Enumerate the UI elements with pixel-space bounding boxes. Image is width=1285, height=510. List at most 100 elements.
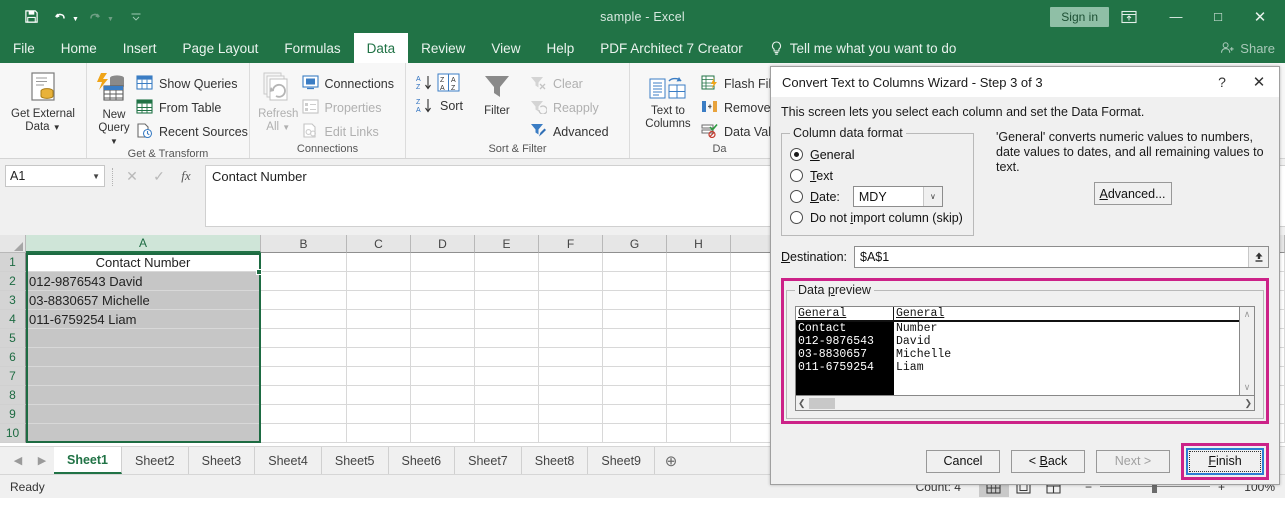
cell-b6[interactable] bbox=[261, 348, 347, 367]
cell-e2[interactable] bbox=[475, 272, 539, 291]
tab-formulas[interactable]: Formulas bbox=[271, 33, 353, 63]
sort-descending-icon[interactable]: ZA bbox=[414, 96, 434, 116]
cell-f5[interactable] bbox=[539, 329, 603, 348]
cell-b3[interactable] bbox=[261, 291, 347, 310]
cell-b1[interactable] bbox=[261, 253, 347, 272]
sheet-tab-sheet2[interactable]: Sheet2 bbox=[122, 447, 189, 474]
radio-date[interactable]: Date: MDY ∨ bbox=[790, 186, 965, 207]
cell-h2[interactable] bbox=[667, 272, 731, 291]
sheet-tab-sheet4[interactable]: Sheet4 bbox=[255, 447, 322, 474]
cell-c9[interactable] bbox=[347, 405, 411, 424]
row-header-10[interactable]: 10 bbox=[0, 424, 26, 443]
sheet-tab-sheet7[interactable]: Sheet7 bbox=[455, 447, 522, 474]
from-table-button[interactable]: From Table bbox=[133, 96, 251, 119]
cell-h9[interactable] bbox=[667, 405, 731, 424]
cell-c3[interactable] bbox=[347, 291, 411, 310]
cell-h5[interactable] bbox=[667, 329, 731, 348]
cell-e1[interactable] bbox=[475, 253, 539, 272]
cell-a3[interactable]: 03-8830657 Michelle bbox=[26, 291, 261, 310]
sort-custom-icon[interactable]: ZAAZ bbox=[437, 72, 461, 94]
select-all-corner[interactable] bbox=[0, 235, 26, 253]
sort-ascending-icon[interactable]: AZ bbox=[414, 73, 434, 93]
preview-scroll-left-icon[interactable]: ❮ bbox=[798, 398, 806, 409]
cell-g9[interactable] bbox=[603, 405, 667, 424]
cell-a5[interactable] bbox=[26, 329, 261, 348]
cell-a6[interactable] bbox=[26, 348, 261, 367]
sort-label[interactable]: Sort bbox=[440, 99, 463, 113]
finish-button[interactable]: Finish bbox=[1189, 450, 1261, 472]
data-preview-grid[interactable]: General General Contact Number 012-98765… bbox=[795, 306, 1240, 396]
cell-b7[interactable] bbox=[261, 367, 347, 386]
cell-h10[interactable] bbox=[667, 424, 731, 443]
range-picker-icon[interactable] bbox=[1248, 247, 1268, 267]
sign-in-button[interactable]: Sign in bbox=[1050, 6, 1109, 27]
cell-c7[interactable] bbox=[347, 367, 411, 386]
column-header-g[interactable]: G bbox=[603, 235, 667, 253]
ribbon-display-options-icon[interactable] bbox=[1121, 10, 1155, 24]
close-button[interactable]: ✕ bbox=[1239, 0, 1281, 33]
tab-view[interactable]: View bbox=[478, 33, 533, 63]
tab-pdf-architect[interactable]: PDF Architect 7 Creator bbox=[587, 33, 756, 63]
cell-d8[interactable] bbox=[411, 386, 475, 405]
cell-e9[interactable] bbox=[475, 405, 539, 424]
dialog-close-icon[interactable]: ✕ bbox=[1239, 73, 1279, 91]
tab-insert[interactable]: Insert bbox=[110, 33, 170, 63]
cell-f7[interactable] bbox=[539, 367, 603, 386]
cell-b4[interactable] bbox=[261, 310, 347, 329]
cell-g10[interactable] bbox=[603, 424, 667, 443]
sheet-tab-sheet9[interactable]: Sheet9 bbox=[588, 447, 655, 474]
cell-d6[interactable] bbox=[411, 348, 475, 367]
preview-scroll-down-icon[interactable]: ∨ bbox=[1244, 382, 1251, 393]
row-header-8[interactable]: 8 bbox=[0, 386, 26, 405]
row-header-4[interactable]: 4 bbox=[0, 310, 26, 329]
preview-header-col2[interactable]: General bbox=[894, 307, 946, 320]
insert-function-icon[interactable]: fx bbox=[173, 168, 199, 184]
cell-h1[interactable] bbox=[667, 253, 731, 272]
preview-scroll-right-icon[interactable]: ❯ bbox=[1244, 398, 1252, 409]
cell-b2[interactable] bbox=[261, 272, 347, 291]
tell-me-search[interactable]: Tell me what you want to do bbox=[770, 33, 956, 63]
fill-handle[interactable] bbox=[256, 269, 262, 275]
cell-b8[interactable] bbox=[261, 386, 347, 405]
redo-dropdown-icon[interactable]: ▼ bbox=[107, 16, 114, 23]
get-external-data-button[interactable]: Get External Data ▼ bbox=[8, 70, 78, 134]
cell-d9[interactable] bbox=[411, 405, 475, 424]
cell-e10[interactable] bbox=[475, 424, 539, 443]
column-header-h[interactable]: H bbox=[667, 235, 731, 253]
row-header-6[interactable]: 6 bbox=[0, 348, 26, 367]
cell-d5[interactable] bbox=[411, 329, 475, 348]
cell-d10[interactable] bbox=[411, 424, 475, 443]
date-format-dropdown[interactable]: MDY ∨ bbox=[852, 186, 943, 207]
cell-g3[interactable] bbox=[603, 291, 667, 310]
add-sheet-button[interactable]: ⊕ bbox=[655, 452, 687, 470]
filter-button[interactable]: Filter bbox=[469, 70, 525, 118]
cell-h4[interactable] bbox=[667, 310, 731, 329]
name-box-dropdown-icon[interactable]: ▼ bbox=[92, 172, 100, 181]
back-button[interactable]: < Back bbox=[1011, 449, 1085, 473]
connections-button[interactable]: Connections bbox=[299, 72, 398, 95]
row-header-2[interactable]: 2 bbox=[0, 272, 26, 291]
row-header-9[interactable]: 9 bbox=[0, 405, 26, 424]
cell-b10[interactable] bbox=[261, 424, 347, 443]
zoom-slider[interactable] bbox=[1099, 480, 1210, 493]
cell-b5[interactable] bbox=[261, 329, 347, 348]
column-header-c[interactable]: C bbox=[347, 235, 411, 253]
cell-a10[interactable] bbox=[26, 424, 261, 443]
chevron-down-icon[interactable]: ∨ bbox=[922, 187, 942, 206]
cell-g1[interactable] bbox=[603, 253, 667, 272]
dialog-help-icon[interactable]: ? bbox=[1205, 74, 1239, 90]
cell-g7[interactable] bbox=[603, 367, 667, 386]
cell-e8[interactable] bbox=[475, 386, 539, 405]
radio-text[interactable]: Text bbox=[790, 165, 965, 186]
cell-a7[interactable] bbox=[26, 367, 261, 386]
cell-e4[interactable] bbox=[475, 310, 539, 329]
cell-f8[interactable] bbox=[539, 386, 603, 405]
cell-g6[interactable] bbox=[603, 348, 667, 367]
cell-a9[interactable] bbox=[26, 405, 261, 424]
cell-a2[interactable]: 012-9876543 David bbox=[26, 272, 261, 291]
cell-d1[interactable] bbox=[411, 253, 475, 272]
cell-g5[interactable] bbox=[603, 329, 667, 348]
column-header-d[interactable]: D bbox=[411, 235, 475, 253]
tab-page-layout[interactable]: Page Layout bbox=[170, 33, 272, 63]
cell-e7[interactable] bbox=[475, 367, 539, 386]
